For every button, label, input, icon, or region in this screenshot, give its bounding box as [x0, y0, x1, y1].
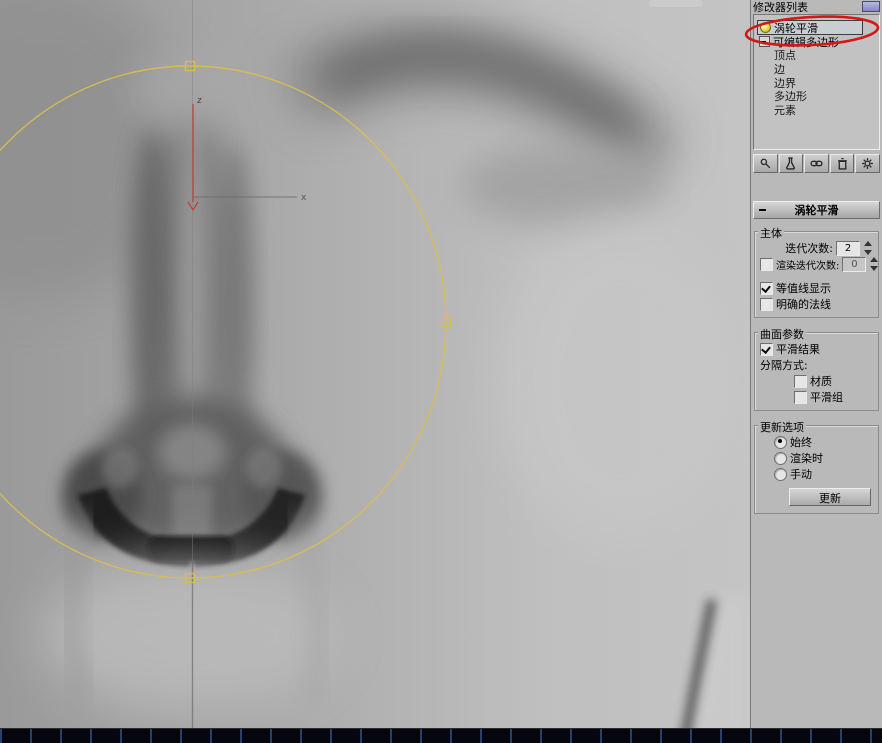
3dsmax-window: x z 修改器列表 涡轮平滑 可编辑多边形 顶点 边 边界 多边形 元素 涡轮平… [0, 0, 882, 743]
render-iterations-field[interactable]: 0 [842, 256, 867, 272]
modifier-list-dropdown[interactable]: 修改器列表 [751, 0, 882, 14]
materials-row: 材质 [758, 373, 875, 389]
group-surface-parameters: 曲面参数 平滑结果 分隔方式: 材质 平滑组 [754, 326, 879, 411]
stack-item-turbosmooth[interactable]: 涡轮平滑 [757, 20, 863, 35]
explicit-normals-checkbox[interactable] [760, 297, 773, 311]
group-title: 更新选项 [758, 419, 806, 435]
isoline-display-label: 等值线显示 [776, 282, 831, 295]
always-radio[interactable] [774, 435, 787, 449]
smooth-result-label: 平滑结果 [776, 343, 820, 356]
stack-item-element[interactable]: 元素 [757, 103, 879, 117]
timeline-track-bar[interactable] [0, 728, 882, 743]
group-main: 主体 迭代次数: 2 渲染迭代次数: 0 等值线显示 明确的法线 [754, 225, 879, 318]
render-iterations-label: 渲染迭代次数: [776, 260, 840, 272]
update-button[interactable]: 更新 [789, 488, 871, 506]
stack-item-label: 元素 [774, 103, 796, 117]
iterations-field[interactable]: 2 [836, 240, 860, 256]
always-row: 始终 [758, 434, 875, 450]
collapse-minus-icon [759, 209, 766, 211]
smoothing-groups-checkbox[interactable] [794, 390, 807, 404]
explicit-normals-row: 明确的法线 [758, 296, 875, 312]
smooth-result-checkbox[interactable] [760, 342, 773, 356]
smoothing-groups-row: 平滑组 [758, 389, 875, 405]
manually-label: 手动 [790, 468, 812, 481]
render-iterations-spinner[interactable] [869, 257, 879, 271]
dropdown-arrow-icon[interactable] [862, 1, 880, 12]
render-iterations-checkbox[interactable] [760, 257, 773, 271]
stack-toolbar [751, 152, 882, 175]
collapse-tree-icon[interactable] [759, 36, 770, 48]
isoline-display-checkbox[interactable] [760, 281, 773, 295]
separate-by-label: 分隔方式: [760, 359, 808, 372]
axis-z-label: z [197, 96, 202, 106]
group-title: 曲面参数 [758, 326, 806, 342]
render-iterations-row: 渲染迭代次数: 0 [758, 256, 879, 272]
viewport-canvas: x z [0, 0, 750, 728]
when-rendering-row: 渲染时 [758, 450, 875, 466]
manually-radio[interactable] [774, 467, 787, 481]
remove-modifier-icon [837, 157, 847, 170]
make-unique-icon [810, 160, 823, 167]
when-rendering-radio[interactable] [774, 451, 787, 465]
configure-modifier-sets-icon [862, 158, 874, 169]
pin-stack-icon [760, 158, 771, 169]
separate-by-row: 分隔方式: [758, 357, 875, 373]
materials-label: 材质 [810, 375, 832, 388]
show-end-result-button[interactable] [778, 154, 804, 173]
modifier-stack: 涡轮平滑 可编辑多边形 顶点 边 边界 多边形 元素 [753, 14, 880, 150]
smoothing-groups-label: 平滑组 [810, 391, 843, 404]
lightbulb-icon[interactable] [760, 22, 771, 33]
smooth-result-row: 平滑结果 [758, 341, 875, 357]
materials-checkbox[interactable] [794, 374, 807, 388]
isoline-display-row: 等值线显示 [758, 280, 875, 296]
show-end-result-icon [786, 157, 796, 170]
viewport[interactable]: x z [0, 0, 750, 728]
iterations-row: 迭代次数: 2 [758, 240, 875, 256]
pin-stack-button[interactable] [753, 154, 778, 173]
group-update-options: 更新选项 始终 渲染时 手动 更新 [754, 419, 879, 514]
iterations-spinner[interactable] [863, 241, 873, 255]
when-rendering-label: 渲染时 [790, 452, 823, 465]
make-unique-button[interactable] [804, 154, 829, 173]
rollout-title: 涡轮平滑 [794, 204, 839, 217]
axis-x-label: x [301, 193, 307, 203]
always-label: 始终 [790, 436, 812, 449]
update-button-row: 更新 [758, 482, 875, 508]
explicit-normals-label: 明确的法线 [776, 298, 831, 311]
command-panel: 修改器列表 涡轮平滑 可编辑多边形 顶点 边 边界 多边形 元素 涡轮平滑 主体… [750, 0, 882, 728]
remove-modifier-button[interactable] [829, 154, 855, 173]
iterations-label: 迭代次数: [785, 242, 833, 255]
manually-row: 手动 [758, 466, 875, 482]
configure-modifier-sets-button[interactable] [855, 154, 880, 173]
group-title: 主体 [758, 225, 784, 241]
rollout-header-turbosmooth[interactable]: 涡轮平滑 [753, 201, 880, 219]
modifier-list-label: 修改器列表 [753, 0, 808, 14]
